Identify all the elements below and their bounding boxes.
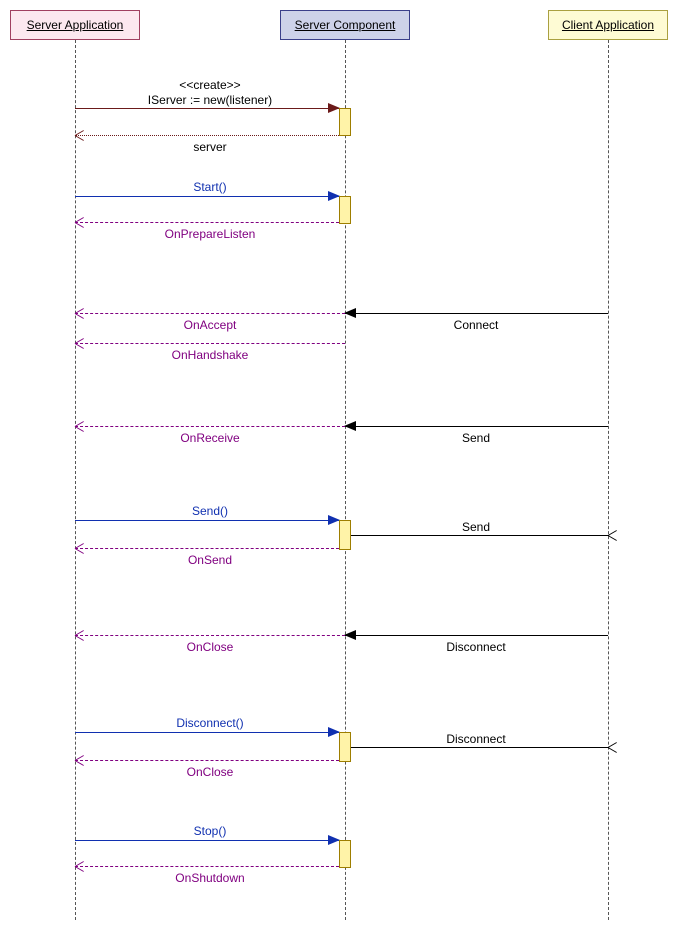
label-onclose2: OnClose (187, 765, 234, 779)
msg-stop (75, 840, 339, 841)
label-disconnect-to-client: Disconnect (446, 732, 505, 746)
label-server-return: server (193, 140, 226, 154)
label-onshutdown: OnShutdown (175, 871, 244, 885)
activation-disconnect (339, 732, 351, 762)
label-onsend: OnSend (188, 553, 232, 567)
msg-onhandshake (75, 343, 345, 344)
msg-server-return (75, 135, 339, 136)
lifeline-server-component (345, 40, 346, 920)
msg-onreceive (75, 426, 345, 427)
activation-stop (339, 840, 351, 868)
lifeline-client-application (608, 40, 609, 920)
label-start: Start() (193, 180, 226, 194)
label-send-call: Send() (192, 504, 228, 518)
participant-server-component: Server Component (280, 10, 410, 40)
label-connect: Connect (454, 318, 499, 332)
activation-start (339, 196, 351, 224)
label-disconnect-from-client: Disconnect (446, 640, 505, 654)
msg-start (75, 196, 339, 197)
msg-send-from-client (345, 426, 608, 427)
msg-send-call (75, 520, 339, 521)
msg-disconnect-call (75, 732, 339, 733)
participant-label: Server Application (27, 18, 124, 32)
participant-label: Client Application (562, 18, 654, 32)
label-onpreparelisten: OnPrepareListen (165, 227, 256, 241)
msg-onclose2 (75, 760, 339, 761)
msg-onshutdown (75, 866, 339, 867)
label-send-from-client: Send (462, 431, 490, 445)
msg-onpreparelisten (75, 222, 339, 223)
activation-create (339, 108, 351, 136)
msg-onclose1 (75, 635, 345, 636)
participant-client-application: Client Application (548, 10, 668, 40)
participant-label: Server Component (295, 18, 396, 32)
msg-disconnect-to-client (351, 747, 608, 748)
msg-disconnect-from-client (345, 635, 608, 636)
lifeline-server-application (75, 40, 76, 920)
sequence-diagram: Server Application Server Component Clie… (0, 0, 678, 931)
label-create: IServer := new(listener) (148, 93, 272, 107)
msg-onaccept (75, 313, 345, 314)
label-create-stereotype: <<create>> (179, 78, 240, 92)
participant-server-application: Server Application (10, 10, 140, 40)
msg-create (75, 108, 339, 109)
msg-connect (345, 313, 608, 314)
msg-onsend (75, 548, 339, 549)
label-onclose1: OnClose (187, 640, 234, 654)
label-disconnect-call: Disconnect() (176, 716, 243, 730)
msg-send-to-client (351, 535, 608, 536)
label-onhandshake: OnHandshake (172, 348, 249, 362)
label-onaccept: OnAccept (184, 318, 237, 332)
label-send-to-client: Send (462, 520, 490, 534)
label-onreceive: OnReceive (180, 431, 239, 445)
activation-send (339, 520, 351, 550)
label-stop: Stop() (194, 824, 227, 838)
